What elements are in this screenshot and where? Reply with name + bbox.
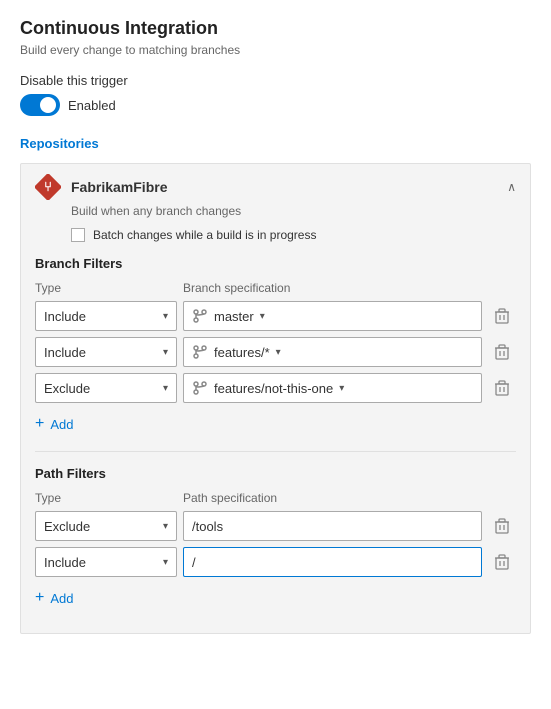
branch-add-icon: + xyxy=(35,415,44,433)
repo-card: ⑂ FabrikamFibre ∧ Build when any branch … xyxy=(20,163,531,634)
path-type-dropdown-1[interactable]: Include ▾ xyxy=(35,547,177,577)
branch-delete-btn-1[interactable] xyxy=(488,338,516,366)
batch-checkbox[interactable] xyxy=(71,228,85,242)
repo-collapse-icon[interactable]: ∧ xyxy=(507,180,516,194)
branch-type-value-2: Exclude xyxy=(44,381,90,396)
batch-checkbox-row: Batch changes while a build is in progre… xyxy=(71,228,516,242)
branch-type-value-1: Include xyxy=(44,345,86,360)
path-spec-text-0: /tools xyxy=(192,519,223,534)
branch-type-header: Type xyxy=(35,281,183,295)
branch-spec-icon-1 xyxy=(192,344,208,360)
branch-spec-arrow-2: ▾ xyxy=(339,383,344,394)
path-add-button[interactable]: + Add xyxy=(35,585,73,611)
path-type-value-1: Include xyxy=(44,555,86,570)
divider xyxy=(35,451,516,452)
branch-filter-row-2: Exclude ▾ features/not-this-one ▾ xyxy=(35,373,516,403)
branch-filters-title: Branch Filters xyxy=(35,256,516,271)
branch-spec-header: Branch specification xyxy=(183,281,290,295)
branch-type-value-0: Include xyxy=(44,309,86,324)
path-filters-title: Path Filters xyxy=(35,466,516,481)
path-col-headers: Type Path specification xyxy=(35,491,516,505)
page-title: Continuous Integration xyxy=(20,18,531,39)
path-spec-header: Path specification xyxy=(183,491,277,505)
branch-type-arrow-2: ▾ xyxy=(163,383,168,394)
svg-text:⑂: ⑂ xyxy=(44,179,52,194)
branch-spec-arrow-1: ▾ xyxy=(276,347,281,358)
branch-add-label: Add xyxy=(50,417,73,432)
path-filter-row-0: Exclude ▾ /tools xyxy=(35,511,516,541)
branch-filter-row-1: Include ▾ features/* ▾ xyxy=(35,337,516,367)
branch-spec-text-0: master xyxy=(214,309,254,324)
enabled-toggle[interactable] xyxy=(20,94,60,116)
repo-description: Build when any branch changes xyxy=(71,204,516,218)
branch-spec-field-0: master ▾ xyxy=(183,301,482,331)
branch-type-dropdown-2[interactable]: Exclude ▾ xyxy=(35,373,177,403)
path-spec-input-1[interactable] xyxy=(183,547,482,577)
batch-label: Batch changes while a build is in progre… xyxy=(93,228,316,242)
path-type-header: Type xyxy=(35,491,183,505)
path-type-value-0: Exclude xyxy=(44,519,90,534)
path-type-arrow-0: ▾ xyxy=(163,521,168,532)
branch-type-dropdown-1[interactable]: Include ▾ xyxy=(35,337,177,367)
path-delete-btn-0[interactable] xyxy=(488,512,516,540)
path-filter-row-1: Include ▾ xyxy=(35,547,516,577)
repo-header: ⑂ FabrikamFibre ∧ xyxy=(35,174,516,200)
page-subtitle: Build every change to matching branches xyxy=(20,43,531,57)
toggle-status-label: Enabled xyxy=(68,98,116,113)
branch-spec-field-1: features/* ▾ xyxy=(183,337,482,367)
branch-spec-text-2: features/not-this-one xyxy=(214,381,333,396)
path-spec-field-0: /tools xyxy=(183,511,482,541)
branch-spec-field-2: features/not-this-one ▾ xyxy=(183,373,482,403)
path-add-icon: + xyxy=(35,589,44,607)
repo-name: FabrikamFibre xyxy=(71,179,497,195)
branch-delete-btn-0[interactable] xyxy=(488,302,516,330)
repositories-section-title: Repositories xyxy=(20,136,531,151)
path-delete-btn-1[interactable] xyxy=(488,548,516,576)
branch-type-arrow-0: ▾ xyxy=(163,311,168,322)
repo-section: ⑂ FabrikamFibre ∧ Build when any branch … xyxy=(20,163,531,634)
branch-add-button[interactable]: + Add xyxy=(35,411,73,437)
branch-spec-icon-0 xyxy=(192,308,208,324)
branch-filter-row-0: Include ▾ master ▾ xyxy=(35,301,516,331)
path-type-arrow-1: ▾ xyxy=(163,557,168,568)
branch-col-headers: Type Branch specification xyxy=(35,281,516,295)
path-filters-section: Path Filters Type Path specification Exc… xyxy=(35,466,516,611)
branch-type-arrow-1: ▾ xyxy=(163,347,168,358)
branch-delete-btn-2[interactable] xyxy=(488,374,516,402)
path-add-label: Add xyxy=(50,591,73,606)
path-type-dropdown-0[interactable]: Exclude ▾ xyxy=(35,511,177,541)
branch-type-dropdown-0[interactable]: Include ▾ xyxy=(35,301,177,331)
disable-trigger-label: Disable this trigger xyxy=(20,73,531,88)
branch-spec-text-1: features/* xyxy=(214,345,270,360)
branch-spec-icon-2 xyxy=(192,380,208,396)
branch-spec-arrow-0: ▾ xyxy=(260,311,265,322)
repo-icon: ⑂ xyxy=(35,174,61,200)
